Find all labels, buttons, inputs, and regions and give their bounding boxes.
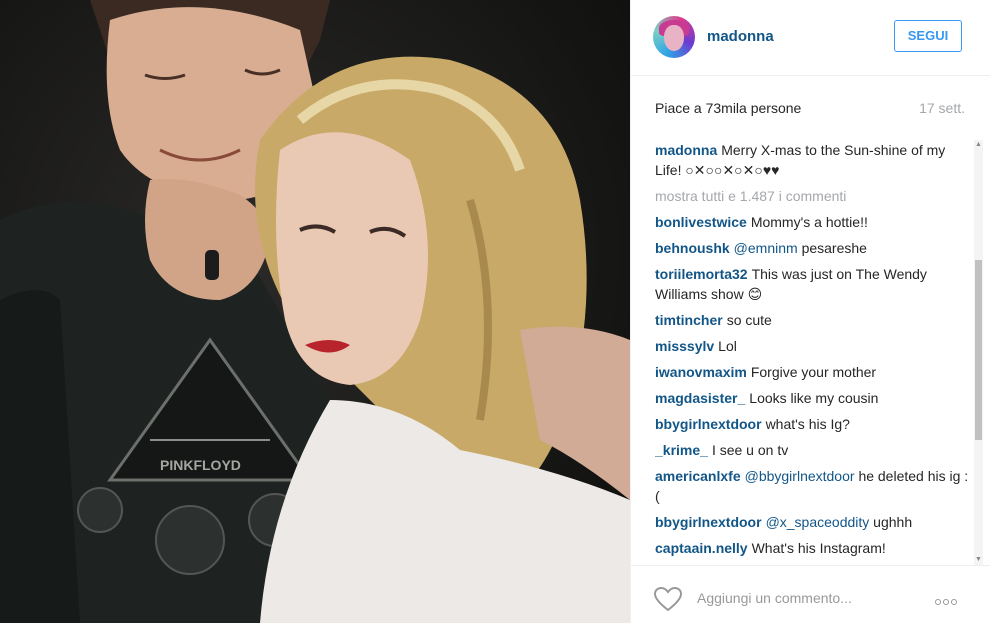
comment-item: misssylv Lol: [655, 336, 970, 356]
comment-item: behnoushk @emninm pesareshe: [655, 238, 970, 258]
post-header: madonna SEGUI: [631, 0, 990, 76]
comment-username[interactable]: captaain.nelly: [655, 540, 748, 556]
comment-text: ughhh: [873, 514, 913, 530]
post-time[interactable]: 17 sett.: [919, 100, 965, 116]
comment-item: bbygirlnextdoor what's his Ig?: [655, 414, 970, 434]
avatar[interactable]: [653, 16, 695, 58]
comment-item: americanlxfe @bbygirlnextdoor he deleted …: [655, 466, 970, 506]
comment-mention[interactable]: @bbygirlnextdoor: [745, 468, 855, 484]
comment-username[interactable]: timtincher: [655, 312, 723, 328]
caption-username[interactable]: madonna: [655, 142, 717, 158]
comment-item: magdasister_ Looks like my cousin: [655, 388, 970, 408]
comment-username[interactable]: bbygirlnextdoor: [655, 416, 762, 432]
comments-list[interactable]: madonna Merry X-mas to the Sun-shine of m…: [655, 140, 970, 560]
post-details-panel: madonna SEGUI Piace a 73mila persone 17 …: [630, 0, 990, 623]
post-footer: Aggiungi un commento...: [631, 565, 990, 623]
comment-username[interactable]: magdasister_: [655, 390, 745, 406]
comment-username[interactable]: misssylv: [655, 338, 714, 354]
follow-button[interactable]: SEGUI: [894, 20, 962, 52]
comment-text: Mommy's a hottie!!: [750, 214, 868, 230]
heart-outline-icon[interactable]: [653, 586, 683, 612]
comment-text: I see u on tv: [711, 442, 789, 458]
comment-mention[interactable]: @x_spaceoddity: [766, 514, 870, 530]
likes-count[interactable]: Piace a 73mila persone: [655, 100, 801, 116]
comment-username[interactable]: bbygirlnextdoor: [655, 514, 762, 530]
comment-username[interactable]: americanlxfe: [655, 468, 741, 484]
comment-text: Lol: [718, 338, 737, 354]
comment-item: toriilemorta32 This was just on The Wendy…: [655, 264, 970, 304]
scroll-up-arrow-icon[interactable]: ▲: [974, 140, 983, 150]
username-link[interactable]: madonna: [707, 28, 774, 45]
add-comment-input[interactable]: Aggiungi un commento...: [697, 590, 852, 606]
comment-username[interactable]: _krime_: [655, 442, 708, 458]
photo-illustration: PINKFLOYD: [0, 0, 630, 623]
comment-text: Looks like my cousin: [749, 390, 879, 406]
comment-item: bbygirlnextdoor @x_spaceoddity ughhh: [655, 512, 970, 532]
comment-item: iwanovmaxim Forgive your mother: [655, 362, 970, 382]
avatar-face: [664, 25, 684, 51]
likes-row: Piace a 73mila persone 17 sett.: [655, 100, 965, 120]
comment-username[interactable]: bonlivestwice: [655, 214, 747, 230]
caption: madonna Merry X-mas to the Sun-shine of m…: [655, 140, 970, 180]
post-photo[interactable]: PINKFLOYD: [0, 0, 630, 623]
comment-item: timtincher so cute: [655, 310, 970, 330]
comment-text: what's his Ig?: [765, 416, 850, 432]
comment-username[interactable]: toriilemorta32: [655, 266, 748, 282]
comment-username[interactable]: behnoushk: [655, 240, 730, 256]
comment-item: _krime_ I see u on tv: [655, 440, 970, 460]
comment-text: What's his Instagram!: [751, 540, 886, 556]
show-all-comments-link[interactable]: mostra tutti e 1.487 i commenti: [655, 186, 970, 206]
shirt-print-text: PINKFLOYD: [160, 457, 241, 473]
comment-item: captaain.nelly What's his Instagram!: [655, 538, 970, 558]
more-options-icon[interactable]: [935, 592, 965, 605]
scroll-thumb[interactable]: [975, 260, 982, 440]
comments-scrollbar[interactable]: ▲ ▼: [974, 140, 983, 565]
scroll-down-arrow-icon[interactable]: ▼: [974, 555, 983, 565]
comment-text: Forgive your mother: [750, 364, 877, 380]
comment-text: pesareshe: [801, 240, 867, 256]
comment-mention[interactable]: @emninm: [734, 240, 798, 256]
comment-text: so cute: [726, 312, 772, 328]
comment-username[interactable]: iwanovmaxim: [655, 364, 747, 380]
comment-item: bonlivestwice Mommy's a hottie!!: [655, 212, 970, 232]
